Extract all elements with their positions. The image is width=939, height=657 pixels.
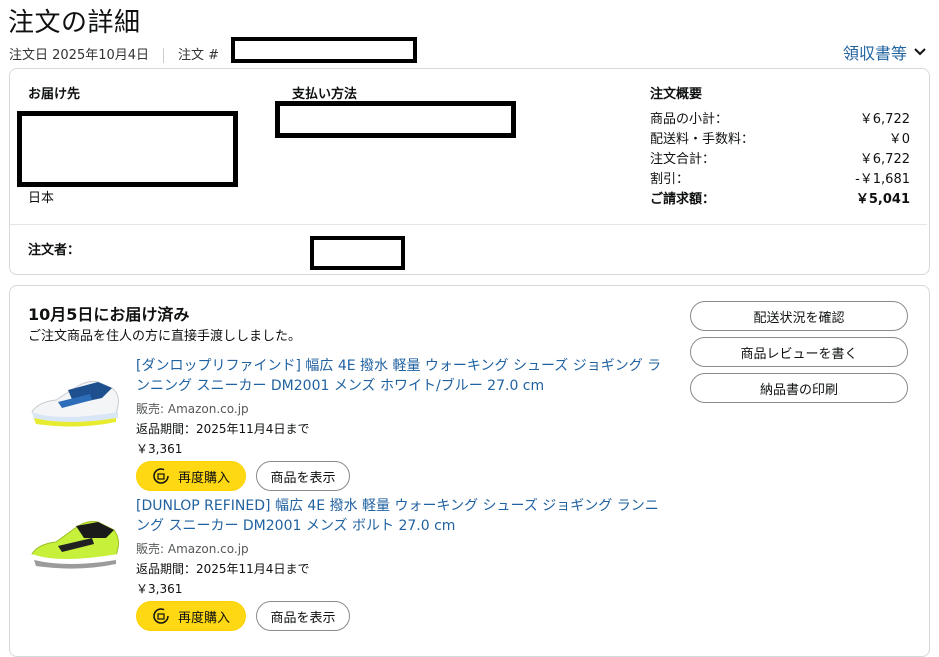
invoice-label: 領収書等: [842, 44, 907, 63]
order-meta: 注文日 2025年10月4日 注文 #: [9, 44, 219, 63]
redacted-address: [17, 111, 238, 187]
chevron-down-icon: [914, 48, 926, 56]
redacted-payment: [275, 101, 516, 138]
page-title: 注文の詳細: [8, 8, 141, 38]
print-invoice-button[interactable]: 納品書の印刷: [690, 373, 908, 403]
summary-row: 割引： -￥1,681: [650, 172, 910, 187]
summary-label: 注文概要: [650, 87, 703, 102]
order-date: 注文日 2025年10月4日: [9, 48, 150, 63]
write-review-button[interactable]: 商品レビューを書く: [690, 337, 908, 367]
summary-row: 注文合計： ￥6,722: [650, 152, 910, 167]
delivery-status: 10月5日にお届け済み: [28, 305, 190, 324]
product-seller: 販売: Amazon.co.jp: [136, 402, 249, 416]
buy-again-button[interactable]: 再度購入: [136, 601, 246, 631]
meta-divider: [163, 48, 165, 63]
rebuy-icon: [153, 468, 169, 484]
product-title-link[interactable]: [ダンロップリファインド] 幅広 4E 撥水 軽量 ウォーキング シューズ ジョ…: [136, 356, 671, 396]
product-title-link[interactable]: [DUNLOP REFINED] 幅広 4E 撥水 軽量 ウォーキング シューズ…: [136, 496, 671, 536]
track-package-button[interactable]: 配送状況を確認: [690, 301, 908, 331]
return-window: 返品期間：2025年11月4日まで: [136, 562, 310, 576]
buy-again-label: 再度購入: [177, 610, 230, 626]
redacted-order-number: [231, 37, 417, 63]
order-summary: 商品の小計： ￥6,722 配送料・手数料： ￥0 注文合計： ￥6,722 割引： -…: [650, 110, 910, 210]
summary-row: 商品の小計： ￥6,722: [650, 112, 910, 127]
redacted-orderer-name: [310, 236, 405, 270]
shipping-country: 日本: [28, 191, 55, 206]
view-item-button[interactable]: 商品を表示: [256, 601, 350, 631]
product-price: ￥3,361: [136, 582, 183, 596]
product-price: ￥3,361: [136, 442, 183, 456]
product-image-white-blue-shoe[interactable]: [28, 366, 124, 430]
card-divider: [10, 224, 927, 225]
summary-total-row: ご請求額： ￥5,041: [650, 192, 910, 207]
view-item-button[interactable]: 商品を表示: [256, 461, 350, 491]
order-number-label: 注文 #: [178, 48, 220, 63]
payment-label: 支払い方法: [292, 87, 358, 102]
buy-again-label: 再度購入: [177, 470, 230, 486]
buy-again-button[interactable]: 再度購入: [136, 461, 246, 491]
summary-row: 配送料・手数料： ￥0: [650, 132, 910, 147]
return-window: 返品期間：2025年11月4日まで: [136, 422, 310, 436]
shipping-label: お届け先: [28, 87, 81, 102]
product-seller: 販売: Amazon.co.jp: [136, 542, 249, 556]
product-image-volt-shoe[interactable]: [28, 508, 124, 572]
invoice-dropdown[interactable]: 領収書等: [843, 40, 927, 64]
delivery-detail: ご注文商品を住人の方に直接手渡ししました。: [28, 329, 302, 344]
rebuy-icon: [153, 608, 169, 624]
orderer-label: 注文者：: [28, 243, 81, 258]
